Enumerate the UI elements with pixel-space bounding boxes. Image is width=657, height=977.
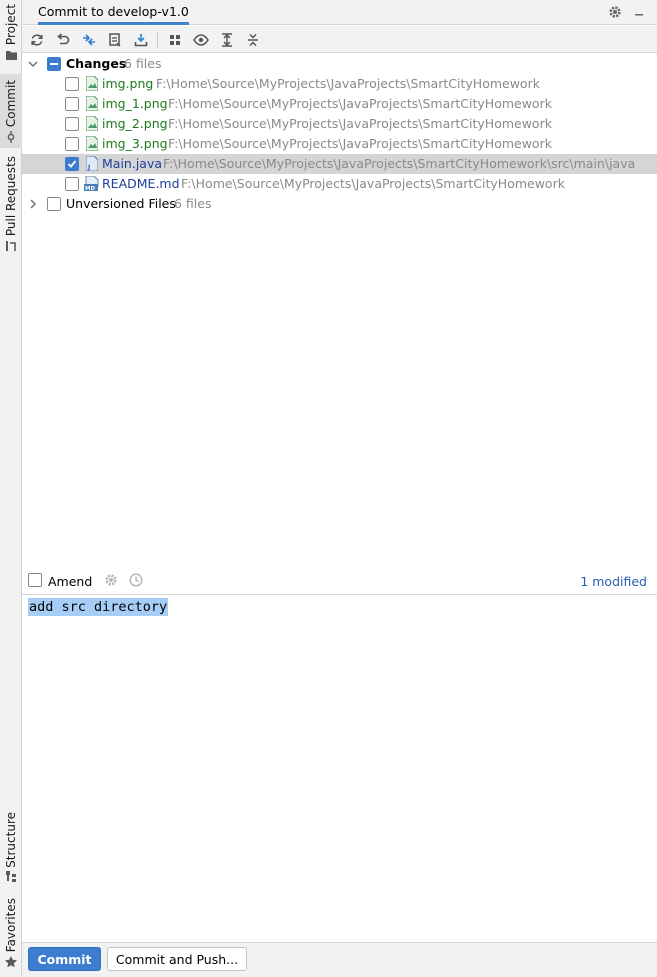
file-checkbox[interactable] bbox=[65, 77, 79, 91]
commit-tool-window-header: Commit to develop-v1.0 bbox=[22, 0, 657, 25]
commit-message-text[interactable]: add src directory bbox=[28, 598, 169, 616]
diff-icon[interactable] bbox=[79, 30, 99, 50]
favorites-tool-button[interactable]: Favorites bbox=[0, 898, 22, 968]
file-path: F:\Home\Source\MyProjects\JavaProjects\S… bbox=[181, 176, 565, 191]
pull-requests-tool-button[interactable]: Pull Requests bbox=[0, 156, 22, 252]
refresh-icon[interactable] bbox=[27, 30, 47, 50]
collapse-all-icon[interactable] bbox=[243, 30, 263, 50]
file-name: img_1.png bbox=[102, 96, 168, 111]
project-tool-label: Project bbox=[4, 4, 18, 46]
file-path: F:\Home\Source\MyProjects\JavaProjects\S… bbox=[156, 76, 540, 91]
minimize-icon[interactable] bbox=[631, 4, 647, 20]
amend-checkbox[interactable] bbox=[28, 573, 42, 587]
image-file-icon bbox=[85, 115, 99, 132]
unversioned-group-count: 6 files bbox=[174, 196, 212, 211]
markdown-file-icon: MD bbox=[84, 175, 100, 192]
changelist-icon[interactable] bbox=[105, 30, 125, 50]
file-path: F:\Home\Source\MyProjects\JavaProjects\S… bbox=[163, 156, 636, 171]
modified-count-link[interactable]: 1 modified bbox=[580, 574, 647, 589]
commit-and-push-button[interactable]: Commit and Push... bbox=[107, 947, 247, 971]
folder-icon bbox=[4, 48, 18, 62]
file-checkbox[interactable] bbox=[65, 177, 79, 191]
svg-text:MD: MD bbox=[85, 186, 95, 191]
rollback-icon[interactable] bbox=[53, 30, 73, 50]
file-name: img_2.png bbox=[102, 116, 168, 131]
file-row[interactable]: MD README.md F:\Home\Source\MyProjects\J… bbox=[22, 174, 657, 194]
commit-tab-title[interactable]: Commit to develop-v1.0 bbox=[38, 0, 189, 25]
expand-all-icon[interactable] bbox=[217, 30, 237, 50]
commit-button[interactable]: Commit bbox=[28, 947, 101, 971]
view-options-icon[interactable] bbox=[191, 30, 211, 50]
file-path: F:\Home\Source\MyProjects\JavaProjects\S… bbox=[168, 136, 552, 151]
commit-options-bar: Amend 1 modified bbox=[22, 570, 657, 595]
changes-group-row[interactable]: Changes 6 files bbox=[22, 54, 657, 74]
file-checkbox[interactable] bbox=[65, 117, 79, 131]
changes-tree: Changes 6 files img.png F:\Home\Source\M… bbox=[22, 54, 657, 570]
pull-requests-tool-label: Pull Requests bbox=[4, 156, 18, 237]
commit-toolbar bbox=[22, 26, 657, 53]
commit-actions-bar: Commit Commit and Push... bbox=[22, 942, 657, 977]
star-icon bbox=[4, 955, 18, 968]
file-row[interactable]: img_1.png F:\Home\Source\MyProjects\Java… bbox=[22, 94, 657, 114]
changes-group-count: 6 files bbox=[124, 56, 162, 71]
chevron-right-icon[interactable] bbox=[28, 199, 38, 209]
structure-tool-button[interactable]: Structure bbox=[0, 812, 22, 882]
file-checkbox[interactable] bbox=[65, 97, 79, 111]
file-checkbox[interactable] bbox=[65, 137, 79, 151]
structure-icon bbox=[4, 870, 18, 882]
file-row[interactable]: img_2.png F:\Home\Source\MyProjects\Java… bbox=[22, 114, 657, 134]
image-file-icon bbox=[85, 95, 99, 112]
file-name: README.md bbox=[102, 176, 180, 191]
favorites-tool-label: Favorites bbox=[4, 898, 18, 953]
changes-group-label: Changes bbox=[66, 56, 127, 71]
pull-request-icon bbox=[4, 239, 18, 252]
commit-tool-button[interactable]: Commit bbox=[0, 74, 22, 148]
file-name: img_3.png bbox=[102, 136, 168, 151]
unversioned-group-checkbox[interactable] bbox=[47, 197, 61, 211]
toolbar-separator bbox=[157, 32, 158, 48]
file-row[interactable]: J Main.java F:\Home\Source\MyProjects\Ja… bbox=[22, 154, 657, 174]
file-name: Main.java bbox=[102, 156, 163, 171]
commit-message-area[interactable]: add src directory bbox=[22, 596, 657, 942]
clock-icon[interactable] bbox=[129, 573, 143, 587]
shelve-icon[interactable] bbox=[131, 30, 151, 50]
tool-window-strip: Project Commit Pull Requests Structure F… bbox=[0, 0, 22, 977]
gear-icon[interactable] bbox=[607, 4, 623, 20]
file-row[interactable]: img_3.png F:\Home\Source\MyProjects\Java… bbox=[22, 134, 657, 154]
file-path: F:\Home\Source\MyProjects\JavaProjects\S… bbox=[168, 96, 552, 111]
unversioned-group-label: Unversioned Files bbox=[66, 196, 176, 211]
group-by-icon[interactable] bbox=[165, 30, 185, 50]
file-row[interactable]: img.png F:\Home\Source\MyProjects\JavaPr… bbox=[22, 74, 657, 94]
image-file-icon bbox=[85, 135, 99, 152]
file-path: F:\Home\Source\MyProjects\JavaProjects\S… bbox=[168, 116, 552, 131]
chevron-down-icon[interactable] bbox=[28, 59, 38, 69]
project-tool-button[interactable]: Project bbox=[0, 4, 22, 64]
commit-icon bbox=[4, 130, 18, 144]
java-file-icon: J bbox=[85, 155, 99, 172]
commit-options-gear-icon[interactable] bbox=[104, 573, 118, 587]
changes-group-checkbox[interactable] bbox=[47, 57, 61, 71]
file-name: img.png bbox=[102, 76, 154, 91]
svg-text:J: J bbox=[87, 164, 90, 171]
commit-tool-label: Commit bbox=[4, 80, 18, 128]
image-file-icon bbox=[85, 75, 99, 92]
file-checkbox[interactable] bbox=[65, 157, 79, 171]
structure-tool-label: Structure bbox=[4, 812, 18, 868]
amend-label: Amend bbox=[48, 574, 93, 589]
unversioned-group-row[interactable]: Unversioned Files 6 files bbox=[22, 194, 657, 214]
